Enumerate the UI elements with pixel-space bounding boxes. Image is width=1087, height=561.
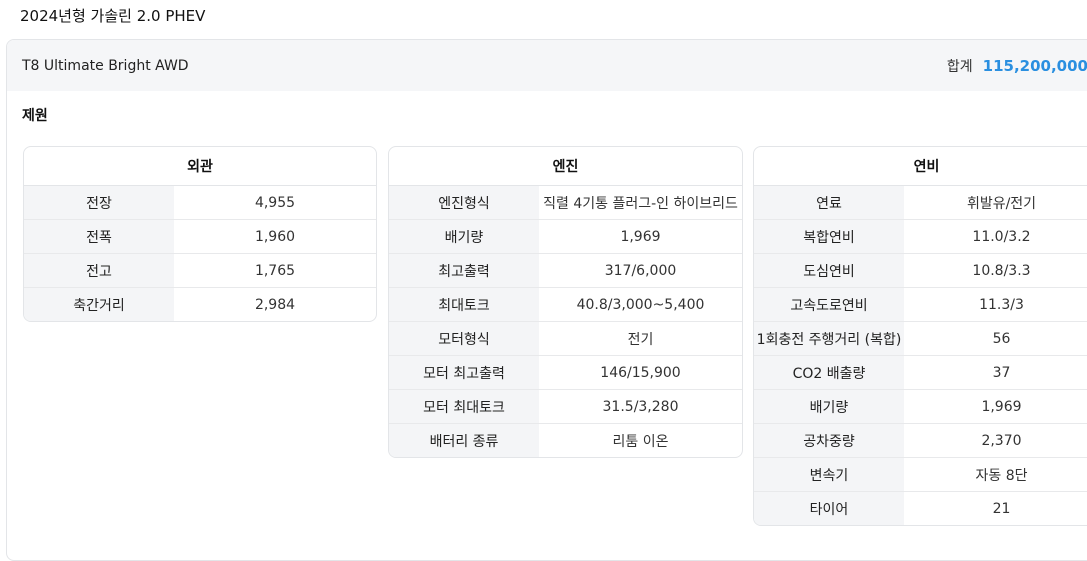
spec-value: 21 [992,500,1011,517]
spec-label: 도심연비 [754,254,904,287]
spec-value: 1,969 [620,228,661,245]
spec-label: 타이어 [754,492,904,525]
table-row: 고속도로연비 11.3/3 [754,288,1087,322]
spec-label: 최대토크 [389,288,539,321]
table-row: 최고출력 317/6,000 [389,254,742,288]
table-row: 전고 1,765 [24,254,376,288]
spec-label: 모터형식 [389,322,539,355]
table-row: 배터리 종류 리툼 이온 [389,424,742,457]
trim-name: T8 Ultimate Bright AWD [22,57,189,74]
spec-value: 31.5/3,280 [602,398,679,415]
spec-label: CO2 배출량 [754,356,904,389]
table-title: 외관 [24,147,376,186]
table-row: 도심연비 10.8/3.3 [754,254,1087,288]
spec-label: 모터 최고출력 [389,356,539,389]
spec-value: 1,960 [254,228,296,245]
spec-value: 146/15,900 [600,364,681,381]
spec-value: 자동 8단 [975,467,1028,484]
exterior-spec-table: 외관 전장 4,955 전폭 1,960 전고 1,765 축간거리 2,984 [23,146,377,322]
spec-value: 11.0/3.2 [972,228,1031,245]
trim-header[interactable]: T8 Ultimate Bright AWD 합계 115,200,000 [7,40,1087,91]
spec-label: 배터리 종류 [389,424,539,457]
table-title: 엔진 [389,147,742,186]
table-row: 변속기 자동 8단 [754,458,1087,492]
spec-value: 리툼 이온 [612,433,669,450]
spec-value: 40.8/3,000~5,400 [576,296,705,313]
total-price: 115,200,000 [982,56,1087,75]
spec-label: 전장 [24,186,174,219]
table-row: 1회충전 주행거리 (복합) 56 [754,322,1087,356]
table-row: 공차중량 2,370 [754,424,1087,458]
spec-value: 56 [992,330,1011,347]
spec-label: 모터 최대토크 [389,390,539,423]
spec-value: 2,984 [254,296,296,313]
spec-label: 배기량 [389,220,539,253]
table-row: 타이어 21 [754,492,1087,525]
table-row: 모터형식 전기 [389,322,742,356]
spec-label: 축간거리 [24,288,174,321]
spec-label: 복합연비 [754,220,904,253]
spec-value: 1,765 [254,262,296,279]
table-row: CO2 배출량 37 [754,356,1087,390]
table-row: 복합연비 11.0/3.2 [754,220,1087,254]
spec-label: 1회충전 주행거리 (복합) [754,322,904,355]
table-row: 축간거리 2,984 [24,288,376,321]
spec-label: 배기량 [754,390,904,423]
spec-label: 연료 [754,186,904,219]
spec-label: 공차중량 [754,424,904,457]
spec-value: 317/6,000 [604,262,677,279]
table-row: 전장 4,955 [24,186,376,220]
table-row: 모터 최대토크 31.5/3,280 [389,390,742,424]
table-row: 연료 휘발유/전기 [754,186,1087,220]
spec-label: 변속기 [754,458,904,491]
total-label: 합계 [946,58,973,75]
spec-value: 전기 [627,331,654,348]
spec-value: 휘발유/전기 [966,195,1037,212]
spec-value: 직렬 4기통 플러그-인 하이브리드 [543,195,738,212]
total-price-group: 합계 115,200,000 [947,56,1087,76]
efficiency-spec-table: 연비 연료 휘발유/전기복합연비 11.0/3.2 도심연비 10.8/3.3 고속도로연… [753,146,1087,526]
spec-label: 전폭 [24,220,174,253]
table-row: 배기량 1,969 [754,390,1087,424]
table-row: 엔진형식 직렬 4기통 플러그-인 하이브리드 [389,186,742,220]
table-row: 최대토크 40.8/3,000~5,400 [389,288,742,322]
spec-label: 엔진형식 [389,186,539,219]
spec-value: 2,370 [981,432,1022,449]
table-row: 배기량 1,969 [389,220,742,254]
spec-label: 최고출력 [389,254,539,287]
spec-value: 1,969 [981,398,1022,415]
spec-value: 11.3/3 [979,296,1024,313]
spec-value: 10.8/3.3 [972,262,1031,279]
spec-label: 전고 [24,254,174,287]
engine-spec-table: 엔진 엔진형식 직렬 4기통 플러그-인 하이브리드 배기량 1,969 최고출력 317… [388,146,743,458]
table-title: 연비 [754,147,1087,186]
page-heading: 2024년형 가솔린 2.0 PHEV [20,7,206,25]
trim-spec-card: T8 Ultimate Bright AWD 합계 115,200,000 제원… [6,39,1087,561]
spec-value: 37 [992,364,1011,381]
section-title-specs: 제원 [22,108,48,124]
spec-value: 4,955 [254,194,296,211]
table-row: 전폭 1,960 [24,220,376,254]
table-row: 모터 최고출력 146/15,900 [389,356,742,390]
spec-label: 고속도로연비 [754,288,904,321]
